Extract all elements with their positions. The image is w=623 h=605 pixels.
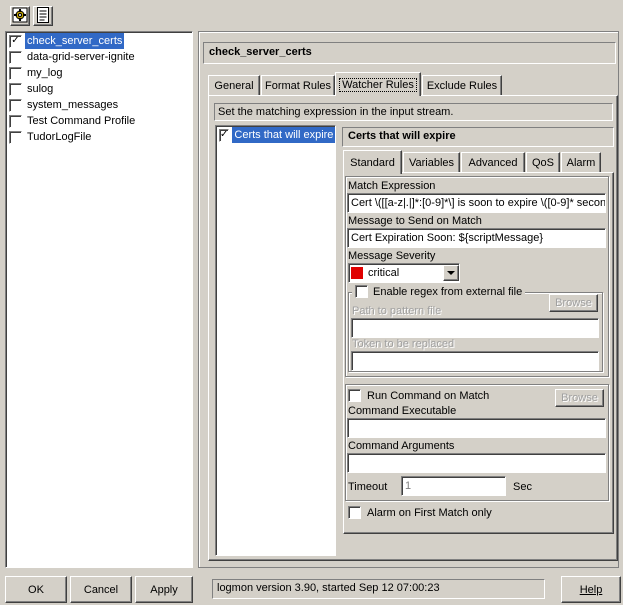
settings-gear-icon — [12, 7, 28, 26]
help-label: Help — [579, 583, 603, 596]
run-command-checkbox[interactable] — [348, 389, 361, 402]
timeout-label: Timeout — [348, 481, 388, 493]
watcher-list[interactable]: ✓ Certs that will expire — [215, 125, 336, 556]
status-text: logmon version 3.90, started Sep 12 07:0… — [217, 582, 440, 594]
status-bar: logmon version 3.90, started Sep 12 07:0… — [212, 579, 545, 599]
profile-item-label: system_messages — [27, 99, 119, 111]
profile-item-label: my_log — [27, 67, 63, 79]
profile-checkbox[interactable] — [9, 114, 22, 128]
tab-standard-label: Standard — [350, 156, 395, 169]
path-field[interactable] — [351, 318, 599, 338]
apply-label: Apply — [150, 583, 178, 596]
profile-checkbox[interactable]: ✓ — [9, 34, 22, 48]
ok-label: OK — [28, 583, 44, 596]
timeout-unit-label: Sec — [513, 481, 532, 493]
run-command-label: Run Command on Match — [367, 389, 490, 402]
watcher-title-text: Certs that will expire — [348, 130, 456, 142]
tab-variables-label: Variables — [408, 157, 455, 169]
message-label: Message to Send on Match — [348, 215, 482, 227]
watcher-item-certs[interactable]: ✓ Certs that will expire — [217, 127, 336, 143]
tab-watcher-rules-label: Watcher Rules — [339, 77, 417, 92]
regex-checkbox-label: Enable regex from external file — [373, 285, 523, 298]
apply-button[interactable]: Apply — [135, 576, 193, 603]
tab-format-rules[interactable]: Format Rules — [261, 75, 335, 96]
command-exec-label: Command Executable — [348, 405, 457, 417]
browse-command-label: Browse — [561, 392, 598, 404]
profile-item[interactable]: ✓ check_server_certs — [7, 33, 191, 49]
profile-item-label: data-grid-server-ignite — [27, 51, 135, 63]
severity-color-swatch — [351, 267, 363, 279]
profile-checkbox[interactable] — [9, 130, 22, 144]
profile-item[interactable]: data-grid-server-ignite — [7, 49, 191, 65]
severity-value: critical — [368, 267, 400, 279]
regex-checkbox[interactable] — [355, 285, 368, 298]
browse-pattern-button[interactable]: Browse — [549, 294, 598, 312]
watcher-checkbox[interactable]: ✓ — [219, 128, 230, 142]
hint-label: Set the matching expression in the input… — [218, 106, 454, 118]
profile-checkbox[interactable] — [9, 50, 22, 64]
profile-checkbox[interactable] — [9, 98, 22, 112]
alarm-first-label: Alarm on First Match only — [367, 506, 492, 519]
command-args-label: Command Arguments — [348, 440, 455, 452]
cancel-label: Cancel — [83, 583, 119, 596]
tab-variables[interactable]: Variables — [403, 152, 460, 173]
profile-item[interactable]: TudorLogFile — [7, 129, 191, 145]
profile-checkbox[interactable] — [9, 82, 22, 96]
tab-alarm-label: Alarm — [566, 157, 596, 169]
profile-title: check_server_certs — [203, 42, 616, 64]
cancel-button[interactable]: Cancel — [70, 576, 132, 603]
token-field[interactable] — [351, 351, 599, 371]
profile-item-label: Test Command Profile — [27, 115, 136, 127]
regex-checkbox-row[interactable]: Enable regex from external file — [352, 285, 526, 298]
watcher-item-label: Certs that will expire — [232, 127, 336, 143]
tab-exclude-rules-label: Exclude Rules — [426, 80, 498, 92]
tab-alarm[interactable]: Alarm — [561, 152, 601, 173]
message-field[interactable]: Cert Expiration Soon: ${scriptMessage} — [347, 228, 606, 248]
help-button[interactable]: Help — [561, 576, 621, 603]
profile-item-label: TudorLogFile — [27, 131, 92, 143]
match-expression-label: Match Expression — [348, 180, 436, 192]
tab-format-rules-label: Format Rules — [264, 80, 332, 92]
document-icon — [36, 6, 50, 26]
tab-qos-label: QoS — [531, 157, 554, 169]
tab-general-label: General — [214, 80, 254, 92]
alarm-first-row[interactable]: Alarm on First Match only — [348, 506, 492, 519]
document-button[interactable] — [33, 6, 53, 26]
ok-button[interactable]: OK — [5, 576, 67, 603]
profile-title-text: check_server_certs — [209, 46, 312, 58]
profile-checkbox[interactable] — [9, 66, 22, 80]
command-exec-field[interactable] — [347, 418, 606, 438]
profile-item[interactable]: sulog — [7, 81, 191, 97]
chevron-down-icon — [447, 267, 455, 279]
path-label: Path to pattern file — [352, 305, 442, 317]
alarm-first-checkbox[interactable] — [348, 506, 361, 519]
command-args-field[interactable] — [347, 453, 606, 473]
severity-dropdown-button[interactable] — [443, 265, 459, 281]
watcher-title: Certs that will expire — [342, 127, 614, 147]
tab-advanced[interactable]: Advanced — [461, 152, 525, 173]
profile-item[interactable]: Test Command Profile — [7, 113, 191, 129]
browse-command-button[interactable]: Browse — [555, 389, 604, 407]
timeout-field[interactable]: 1 — [401, 476, 506, 496]
severity-label: Message Severity — [348, 250, 436, 262]
profile-item[interactable]: system_messages — [7, 97, 191, 113]
profile-list[interactable]: ✓ check_server_certs data-grid-server-igni… — [5, 31, 193, 568]
tab-general[interactable]: General — [208, 75, 260, 96]
browse-pattern-label: Browse — [555, 297, 592, 309]
settings-button[interactable] — [10, 6, 30, 26]
profile-item-label: check_server_certs — [25, 33, 125, 49]
token-label: Token to be replaced — [352, 338, 455, 350]
tab-standard[interactable]: Standard — [343, 150, 402, 174]
run-command-row[interactable]: Run Command on Match — [348, 389, 489, 402]
tab-advanced-label: Advanced — [468, 157, 518, 169]
tab-qos[interactable]: QoS — [526, 152, 560, 173]
profile-item-label: sulog — [27, 83, 54, 95]
hint-text: Set the matching expression in the input… — [214, 103, 613, 121]
tab-exclude-rules[interactable]: Exclude Rules — [422, 75, 502, 96]
tab-watcher-rules[interactable]: Watcher Rules — [335, 72, 421, 96]
profile-item[interactable]: my_log — [7, 65, 191, 81]
match-expression-field[interactable]: Cert \([[a-z|.|]*:[0-9]*\] is soon to ex… — [347, 193, 606, 213]
